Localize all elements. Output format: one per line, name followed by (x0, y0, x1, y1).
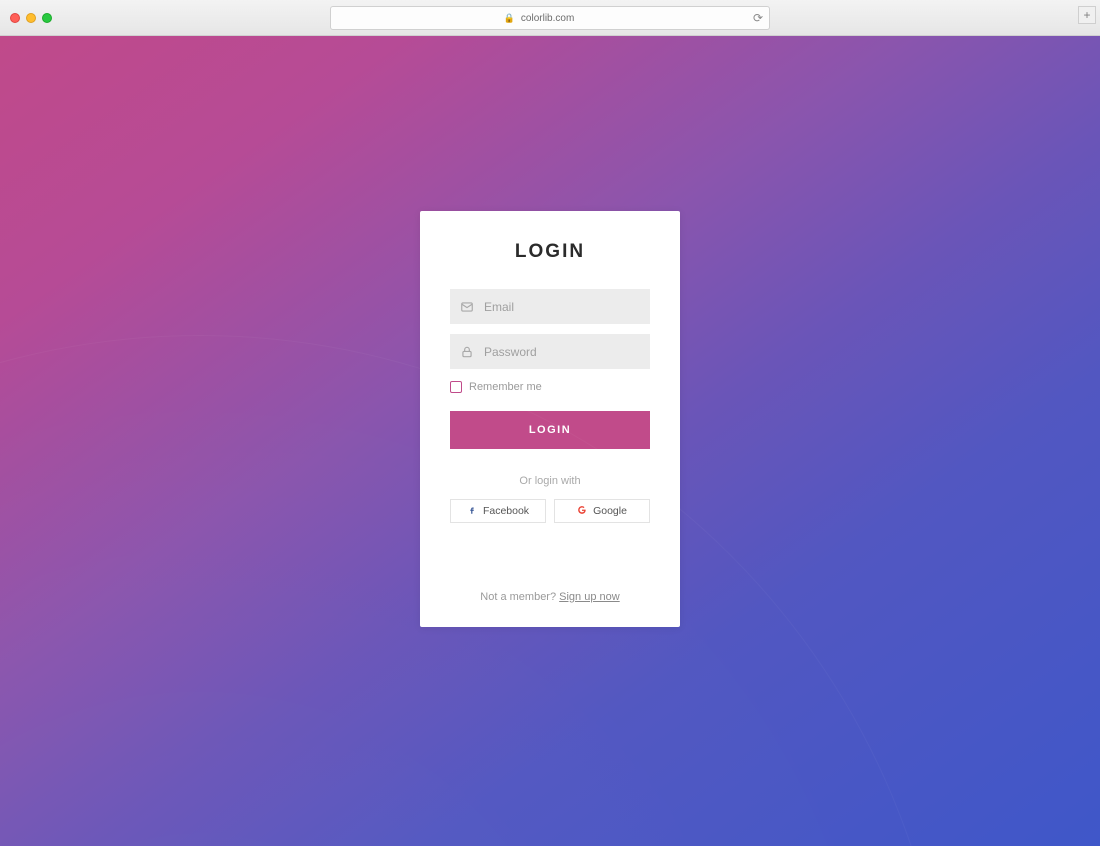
address-bar[interactable]: 🔒 colorlib.com ⟳ (330, 6, 770, 30)
login-submit-button[interactable]: LOGIN (450, 411, 650, 449)
login-submit-label: LOGIN (529, 424, 571, 436)
new-tab-button[interactable]: + (1078, 6, 1096, 24)
signup-link[interactable]: Sign up now (559, 591, 620, 603)
signup-prefix: Not a member? (480, 591, 559, 603)
password-field-wrapper[interactable] (450, 334, 650, 369)
lock-icon: 🔒 (504, 13, 515, 24)
email-input[interactable] (484, 300, 640, 314)
maximize-window-button[interactable] (42, 13, 52, 23)
remember-me-label: Remember me (469, 381, 542, 393)
google-login-button[interactable]: Google (554, 499, 650, 523)
google-label: Google (593, 505, 627, 517)
google-icon (577, 505, 587, 518)
address-bar-wrap: 🔒 colorlib.com ⟳ (330, 6, 770, 30)
page-background: LOGIN Remember me (0, 36, 1100, 846)
url-host-text: colorlib.com (521, 13, 574, 24)
facebook-icon (467, 505, 477, 518)
facebook-login-button[interactable]: Facebook (450, 499, 546, 523)
facebook-label: Facebook (483, 505, 529, 517)
lock-icon (460, 345, 474, 359)
email-field-wrapper[interactable] (450, 289, 650, 324)
close-window-button[interactable] (10, 13, 20, 23)
browser-chrome: 🔒 colorlib.com ⟳ + (0, 0, 1100, 36)
social-divider-text: Or login with (519, 475, 580, 487)
remember-me-checkbox[interactable] (450, 381, 462, 393)
reload-icon[interactable]: ⟳ (753, 11, 763, 25)
social-login-row: Facebook Google (450, 499, 650, 523)
page-bottom-margin (0, 846, 1100, 856)
mail-icon (460, 300, 474, 314)
window-controls (10, 13, 52, 23)
login-card: LOGIN Remember me (420, 211, 680, 627)
minimize-window-button[interactable] (26, 13, 36, 23)
login-title: LOGIN (515, 241, 585, 263)
remember-me-row[interactable]: Remember me (450, 381, 650, 393)
signup-line: Not a member? Sign up now (480, 591, 619, 603)
password-input[interactable] (484, 345, 640, 359)
